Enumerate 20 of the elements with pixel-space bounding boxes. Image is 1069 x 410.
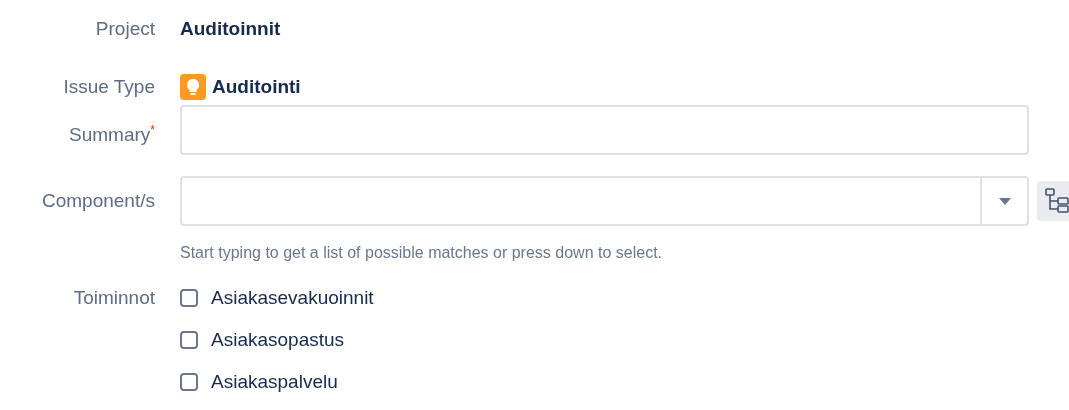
- checkbox-label: Asiakasopastus: [211, 328, 345, 353]
- project-name: Auditoinnit: [180, 17, 282, 41]
- summary-field[interactable]: [180, 105, 1029, 155]
- tree-icon: [1045, 188, 1069, 215]
- checkbox-label: Asiakasevakuoinnit: [211, 286, 374, 311]
- field-label: Issue Type: [62, 75, 155, 99]
- checkbox[interactable]: [180, 373, 198, 392]
- component-field[interactable]: [180, 176, 1029, 227]
- caret-icon: [998, 197, 1011, 205]
- checkbox[interactable]: [180, 331, 198, 350]
- issue-type-name: Auditointi: [212, 75, 301, 99]
- checkbox-label: Asiakaspalvelu: [211, 370, 338, 395]
- tree-button[interactable]: [1037, 181, 1069, 222]
- field-label: Project: [94, 17, 155, 41]
- hint-text: Start typing to get a list of possible matches or press down to select.: [180, 244, 663, 263]
- field-label: Component/s: [41, 189, 155, 214]
- checkbox[interactable]: [180, 289, 198, 308]
- field-label: Summary$^{*}$: [68, 122, 155, 148]
- lightbulb-icon: [180, 74, 206, 100]
- field-label: Toiminnot: [72, 286, 155, 311]
